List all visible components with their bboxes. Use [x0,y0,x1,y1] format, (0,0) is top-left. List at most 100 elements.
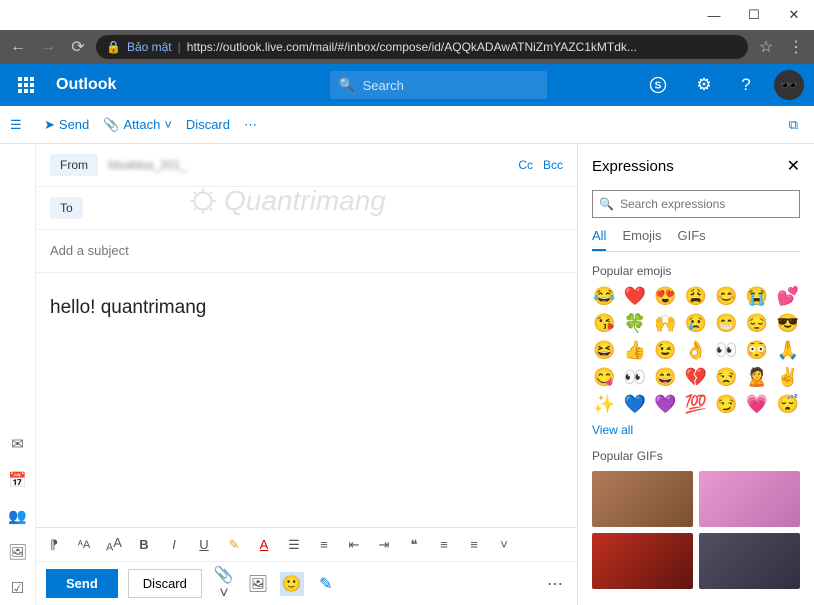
emoji-item[interactable]: 👍 [623,340,648,361]
popout-icon[interactable]: ⧉ [789,117,798,133]
emoji-item[interactable]: 👀 [623,367,648,388]
indent-icon[interactable]: ⇥ [374,537,394,553]
send-button[interactable]: Send [46,569,118,598]
window-minimize-icon[interactable]: — [694,8,734,23]
align-center-icon[interactable]: ≡ [464,537,484,552]
font-color-icon[interactable]: A [254,537,274,552]
emoji-item[interactable]: 😴 [775,394,800,415]
hamburger-icon[interactable]: ☰ [10,117,30,133]
highlight-icon[interactable]: ✎ [224,537,244,553]
emoji-item[interactable]: 😄 [653,367,678,388]
discard-button[interactable]: Discard [128,569,202,598]
message-body[interactable]: hello! quantrimang [36,273,577,527]
emoji-item[interactable]: 😒 [714,367,739,388]
tab-all[interactable]: All [592,228,606,251]
align-left-icon[interactable]: ≡ [434,537,454,552]
emoji-item[interactable]: 😩 [684,286,709,307]
emoji-item[interactable]: 😂 [592,286,617,307]
cc-link[interactable]: Cc [518,158,533,172]
emoji-item[interactable]: 😊 [714,286,739,307]
calendar-rail-icon[interactable]: 📅 [8,471,27,489]
emoji-item[interactable]: 😳 [745,340,770,361]
insert-image-icon[interactable]: 🖼 [246,574,270,594]
emoji-item[interactable]: 💔 [684,367,709,388]
emoji-item[interactable]: 😉 [653,340,678,361]
gif-thumb[interactable] [699,471,800,527]
to-row[interactable]: To [36,187,577,230]
app-launcher-icon[interactable] [10,69,42,101]
chrome-menu-icon[interactable]: ⋮ [784,37,808,57]
skype-icon[interactable]: S [648,75,676,95]
window-close-icon[interactable]: ✕ [774,7,814,23]
quote-icon[interactable]: ❝ [404,537,424,553]
bcc-link[interactable]: Bcc [543,158,563,172]
italic-button[interactable]: I [164,537,184,552]
emoji-item[interactable]: 👀 [714,340,739,361]
emoji-item[interactable]: 🙎 [745,367,770,388]
emoji-button[interactable]: 🙂 [280,572,304,596]
toolbar-discard[interactable]: Discard [186,117,230,132]
emoji-item[interactable]: 😍 [653,286,678,307]
bookmark-star-icon[interactable]: ☆ [754,37,778,57]
emoji-item[interactable]: 😁 [714,313,739,334]
emoji-item[interactable]: 😋 [592,367,617,388]
tab-gifs[interactable]: GIFs [677,228,705,251]
tab-emojis[interactable]: Emojis [622,228,661,251]
emoji-item[interactable]: 😎 [775,313,800,334]
emoji-item[interactable]: 😏 [714,394,739,415]
gif-thumb[interactable] [592,533,693,589]
attach-dropdown-icon[interactable]: 📎˅ [212,565,236,603]
address-bar[interactable]: 🔒 Bảo mật | https://outlook.live.com/mai… [96,35,748,59]
toolbar-attach[interactable]: 📎 Attach ˅ [103,117,172,133]
emoji-item[interactable]: 😭 [745,286,770,307]
toolbar-send[interactable]: ➤ Send [44,117,89,133]
nav-reload-icon[interactable]: ⟳ [66,37,90,57]
subject-input[interactable] [50,243,563,258]
avatar[interactable]: 🕶️ [774,70,804,100]
emoji-item[interactable]: 🙏 [775,340,800,361]
emoji-item[interactable]: 🙌 [653,313,678,334]
view-all-link[interactable]: View all [592,423,800,437]
emoji-item[interactable]: 💙 [623,394,648,415]
from-chip[interactable]: From [50,154,98,176]
emoji-item[interactable]: ❤️ [623,286,648,307]
help-icon[interactable]: ? [732,75,760,95]
emoji-item[interactable]: 😆 [592,340,617,361]
emoji-item[interactable]: 💕 [775,286,800,307]
emoji-item[interactable]: 😢 [684,313,709,334]
nav-back-icon[interactable]: ← [6,38,30,56]
font-family-icon[interactable]: AA [104,535,124,554]
font-icon[interactable]: ⁋ [44,537,64,553]
emoji-item[interactable]: ✨ [592,394,617,415]
numbering-icon[interactable]: ≡ [314,537,334,552]
toolbar-more-icon[interactable]: ⋯ [244,117,257,133]
expressions-search-input[interactable] [620,197,793,211]
gif-thumb[interactable] [592,471,693,527]
underline-button[interactable]: U [194,537,214,552]
emoji-item[interactable]: 👌 [684,340,709,361]
search-input[interactable] [363,78,539,93]
emoji-item[interactable]: ✌️ [775,367,800,388]
emoji-item[interactable]: 💗 [745,394,770,415]
outdent-icon[interactable]: ⇤ [344,537,364,553]
emoji-item[interactable]: 😘 [592,313,617,334]
mail-rail-icon[interactable]: ✉ [11,435,24,453]
close-panel-icon[interactable]: ✕ [787,156,800,176]
window-maximize-icon[interactable]: ☐ [734,7,774,23]
format-chevron-icon[interactable]: ˅ [494,537,514,552]
more-options-icon[interactable]: ⋯ [543,574,567,594]
emoji-item[interactable]: 🍀 [623,313,648,334]
people-rail-icon[interactable]: 👥 [8,507,27,525]
bullets-icon[interactable]: ☰ [284,537,304,553]
settings-gear-icon[interactable]: ⚙ [690,75,718,95]
photos-rail-icon[interactable]: 🖼 [8,543,27,561]
bold-button[interactable]: B [134,537,154,552]
gif-thumb[interactable] [699,533,800,589]
font-size-icon[interactable]: ᴬA [74,539,94,551]
search-box[interactable]: 🔍 [330,71,546,99]
expressions-search[interactable]: 🔍 [592,190,800,218]
emoji-item[interactable]: 😔 [745,313,770,334]
signature-icon[interactable]: ✎ [314,574,338,594]
tasks-rail-icon[interactable]: ☑ [11,579,24,597]
emoji-item[interactable]: 💯 [684,394,709,415]
